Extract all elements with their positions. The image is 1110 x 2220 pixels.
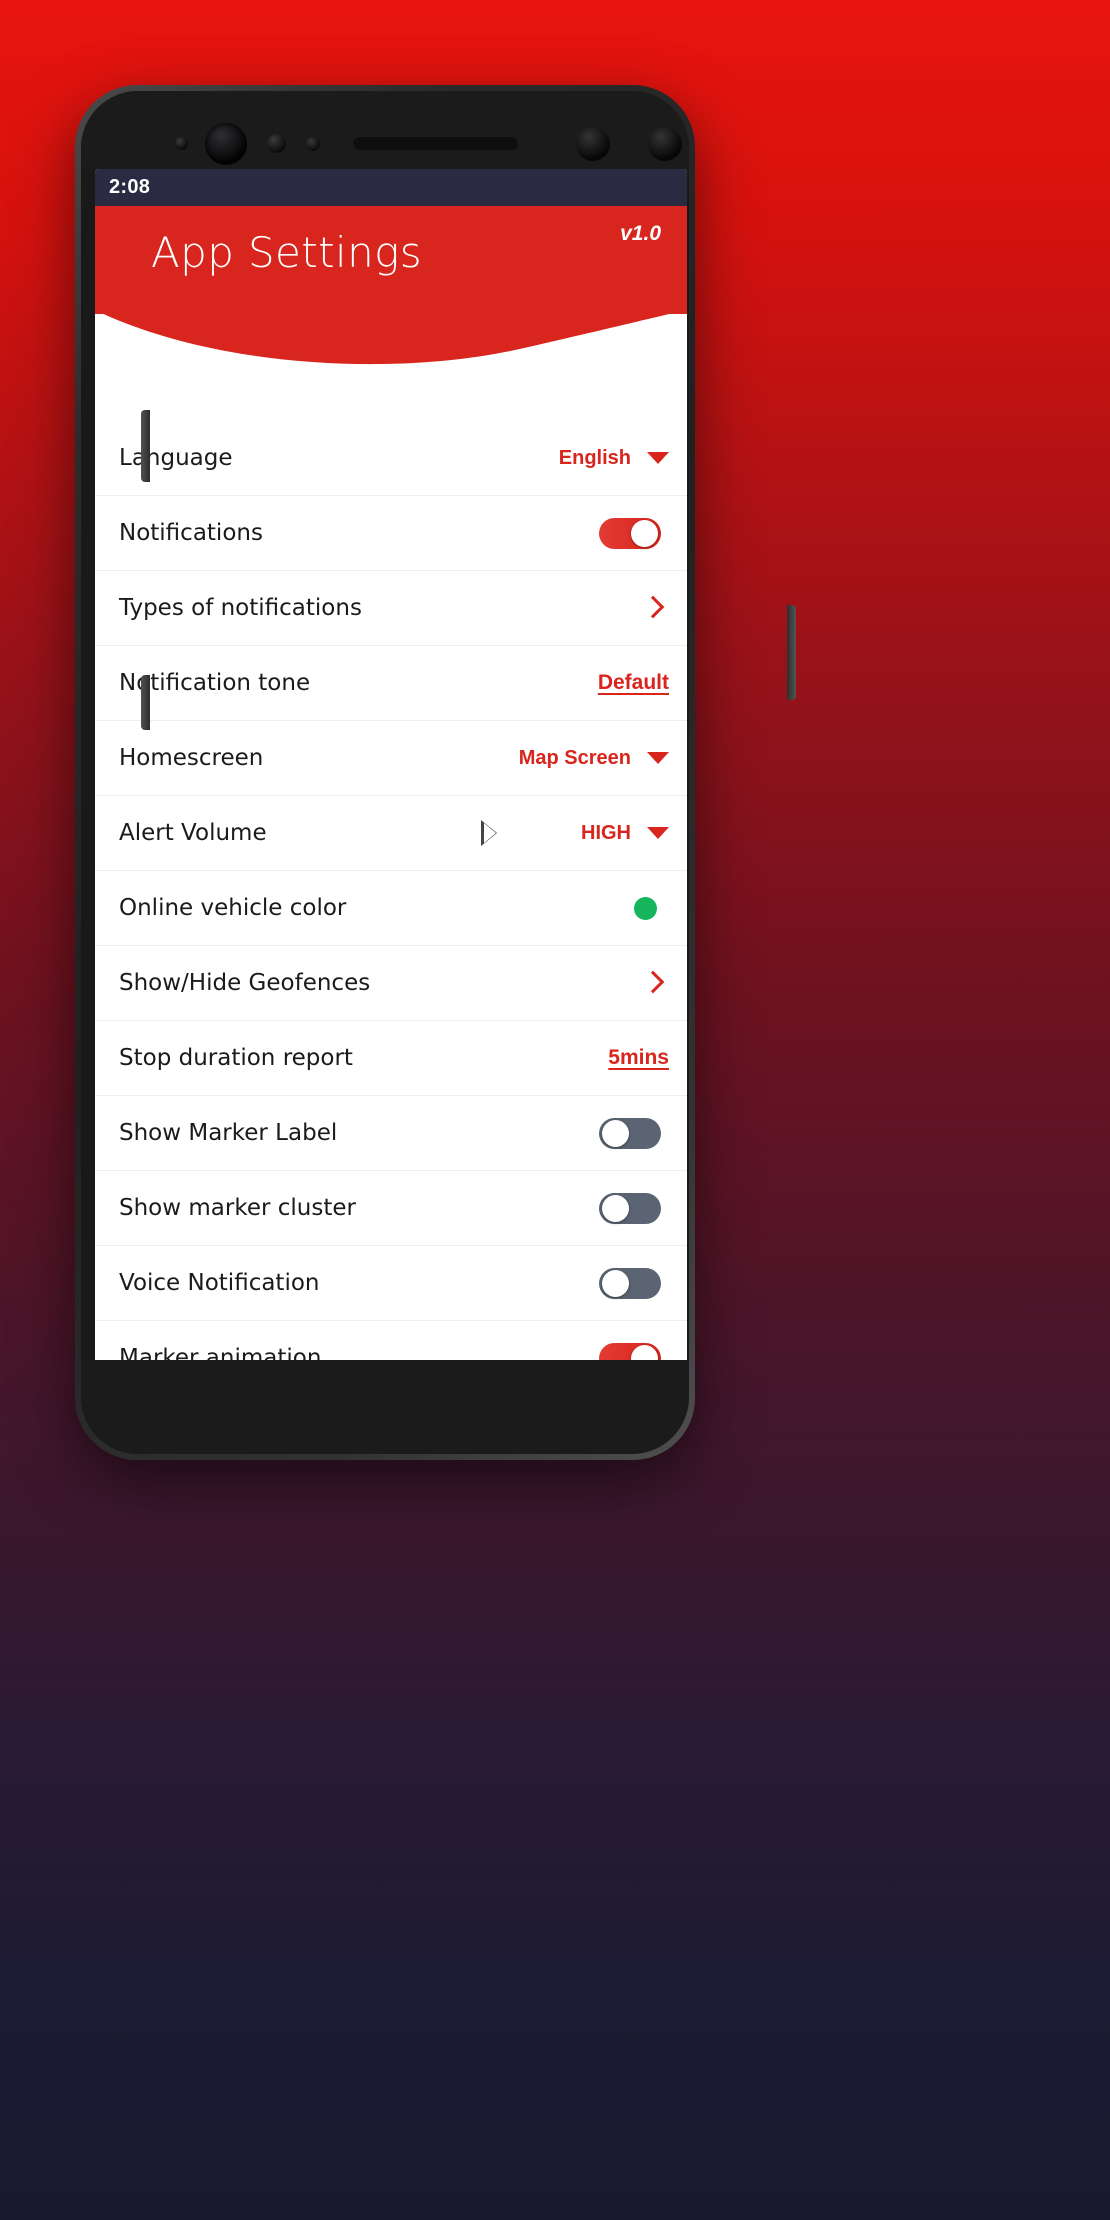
play-cursor-icon [481, 820, 497, 846]
phone-inner-bezel: 2:08 App Settings v1.0 Language English No… [81, 91, 689, 1454]
settings-row-control [634, 896, 669, 920]
settings-row-language[interactable]: Language English [95, 421, 687, 496]
settings-row-control [643, 970, 669, 996]
app-version-label: v1.0 [620, 222, 661, 245]
volume-down-button[interactable] [141, 675, 150, 730]
volume-up-button[interactable] [141, 410, 150, 482]
settings-row-label: Types of notifications [119, 595, 362, 621]
dropdown-value[interactable]: Map Screen [519, 747, 631, 770]
settings-row-label: Homescreen [119, 745, 264, 771]
app-header: App Settings v1.0 [95, 206, 687, 365]
settings-row-control [643, 595, 669, 621]
toggle-knob [602, 1194, 629, 1222]
settings-row-show-marker-label[interactable]: Show Marker Label [95, 1096, 687, 1171]
settings-row-types-of-notifications[interactable]: Types of notifications [95, 571, 687, 646]
settings-row-voice-notification[interactable]: Voice Notification [95, 1246, 687, 1321]
settings-row-label: Language [119, 445, 233, 471]
value-link[interactable]: Default [598, 671, 669, 695]
settings-row-label: Show/Hide Geofences [119, 970, 371, 996]
settings-row-label: Notifications [119, 520, 263, 546]
settings-row-label: Show marker cluster [119, 1195, 356, 1221]
settings-row-label: Notification tone [119, 670, 311, 696]
dropdown-value[interactable]: English [559, 447, 631, 470]
toggle-knob [631, 519, 658, 547]
power-button[interactable] [787, 605, 796, 700]
settings-row-label: Alert Volume [119, 820, 267, 846]
settings-row-control: English [559, 447, 669, 470]
toggle-switch[interactable] [599, 1117, 661, 1149]
phone-bottom-bezel [81, 1360, 689, 1454]
chevron-down-icon[interactable] [647, 827, 669, 839]
chevron-right-icon[interactable] [643, 970, 659, 996]
iris-scanner-icon [576, 127, 610, 161]
settings-row-show-hide-geofences[interactable]: Show/Hide Geofences [95, 946, 687, 1021]
settings-row-homescreen[interactable]: Homescreen Map Screen [95, 721, 687, 796]
settings-row-control [599, 1267, 669, 1299]
earpiece-speaker-icon [353, 137, 518, 150]
color-swatch[interactable] [634, 896, 657, 920]
settings-row-alert-volume[interactable]: Alert Volume HIGH [95, 796, 687, 871]
toggle-knob [602, 1119, 629, 1147]
dropdown-value[interactable]: HIGH [581, 822, 631, 845]
settings-row-show-marker-cluster[interactable]: Show marker cluster [95, 1171, 687, 1246]
proximity-sensor-icon [267, 134, 286, 153]
chevron-down-icon[interactable] [647, 452, 669, 464]
phone-device-frame: 2:08 App Settings v1.0 Language English No… [75, 85, 796, 1460]
settings-row-label: Online vehicle color [119, 895, 347, 921]
settings-list: Language English Notifications Types of not… [95, 421, 687, 1374]
phone-sensor-bar [81, 91, 689, 169]
chevron-right-icon[interactable] [643, 595, 659, 621]
header-curve-decoration [95, 310, 687, 365]
light-sensor-icon [306, 137, 320, 151]
settings-row-label: Voice Notification [119, 1270, 320, 1296]
value-link[interactable]: 5mins [608, 1046, 669, 1070]
settings-row-notification-tone[interactable]: Notification tone Default [95, 646, 687, 721]
toggle-switch[interactable] [599, 1192, 661, 1224]
front-camera-icon [205, 123, 247, 165]
settings-row-control [599, 517, 669, 549]
settings-row-notifications[interactable]: Notifications [95, 496, 687, 571]
status-bar-clock: 2:08 [109, 176, 151, 198]
settings-row-online-vehicle-color[interactable]: Online vehicle color [95, 871, 687, 946]
status-bar: 2:08 [95, 169, 687, 206]
page-title: App Settings [151, 228, 423, 277]
settings-row-label: Stop duration report [119, 1045, 353, 1071]
settings-row-control [599, 1117, 669, 1149]
settings-row-control [599, 1192, 669, 1224]
settings-row-control: Map Screen [519, 747, 669, 770]
settings-row-stop-duration-report[interactable]: Stop duration report 5mins [95, 1021, 687, 1096]
phone-screen: 2:08 App Settings v1.0 Language English No… [95, 169, 687, 1374]
settings-row-label: Show Marker Label [119, 1120, 338, 1146]
settings-row-control: Default [598, 671, 669, 695]
toggle-knob [602, 1269, 629, 1297]
secondary-camera-icon [648, 127, 682, 161]
toggle-switch[interactable] [599, 517, 661, 549]
chevron-down-icon[interactable] [647, 752, 669, 764]
sensor-dot-icon [175, 137, 188, 150]
settings-row-control: HIGH [481, 820, 669, 846]
toggle-switch[interactable] [599, 1267, 661, 1299]
settings-row-control: 5mins [608, 1046, 669, 1070]
